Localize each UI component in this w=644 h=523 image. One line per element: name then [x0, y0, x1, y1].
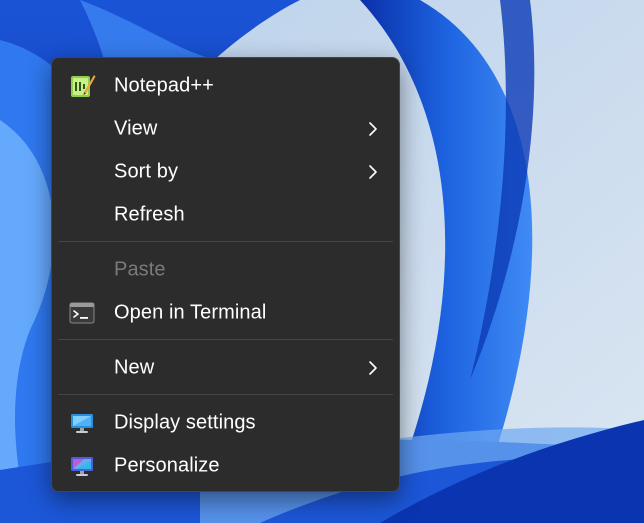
menu-separator: [58, 394, 393, 395]
chevron-right-icon: [369, 165, 377, 179]
menu-item-label: Open in Terminal: [114, 301, 267, 324]
menu-item-label: Paste: [114, 258, 166, 281]
menu-item-label: Personalize: [114, 454, 220, 477]
menu-item-label: Display settings: [114, 411, 256, 434]
menu-item-view[interactable]: View: [56, 109, 395, 149]
menu-item-paste: Paste: [56, 250, 395, 290]
personalize-icon: [71, 457, 93, 476]
menu-separator: [58, 339, 393, 340]
terminal-icon: [69, 302, 95, 324]
menu-item-open-in-terminal[interactable]: Open in Terminal: [56, 293, 395, 333]
menu-separator: [58, 241, 393, 242]
menu-item-label: Sort by: [114, 160, 179, 183]
chevron-right-icon: [369, 122, 377, 136]
menu-item-label: Refresh: [114, 203, 185, 226]
chevron-right-icon: [369, 361, 377, 375]
menu-item-notepad-plus-plus[interactable]: Notepad++: [56, 66, 395, 106]
display-settings-icon: [71, 414, 93, 433]
menu-item-label: New: [114, 356, 155, 379]
desktop-context-menu: Notepad++ View Sort by Refresh Paste Ope…: [51, 57, 400, 492]
menu-item-display-settings[interactable]: Display settings: [56, 403, 395, 443]
menu-item-new[interactable]: New: [56, 348, 395, 388]
notepad-plus-plus-icon: [71, 75, 96, 97]
menu-item-sort-by[interactable]: Sort by: [56, 152, 395, 192]
menu-item-refresh[interactable]: Refresh: [56, 195, 395, 235]
menu-item-label: Notepad++: [114, 74, 214, 97]
menu-item-label: View: [114, 117, 158, 140]
menu-item-personalize[interactable]: Personalize: [56, 446, 395, 486]
